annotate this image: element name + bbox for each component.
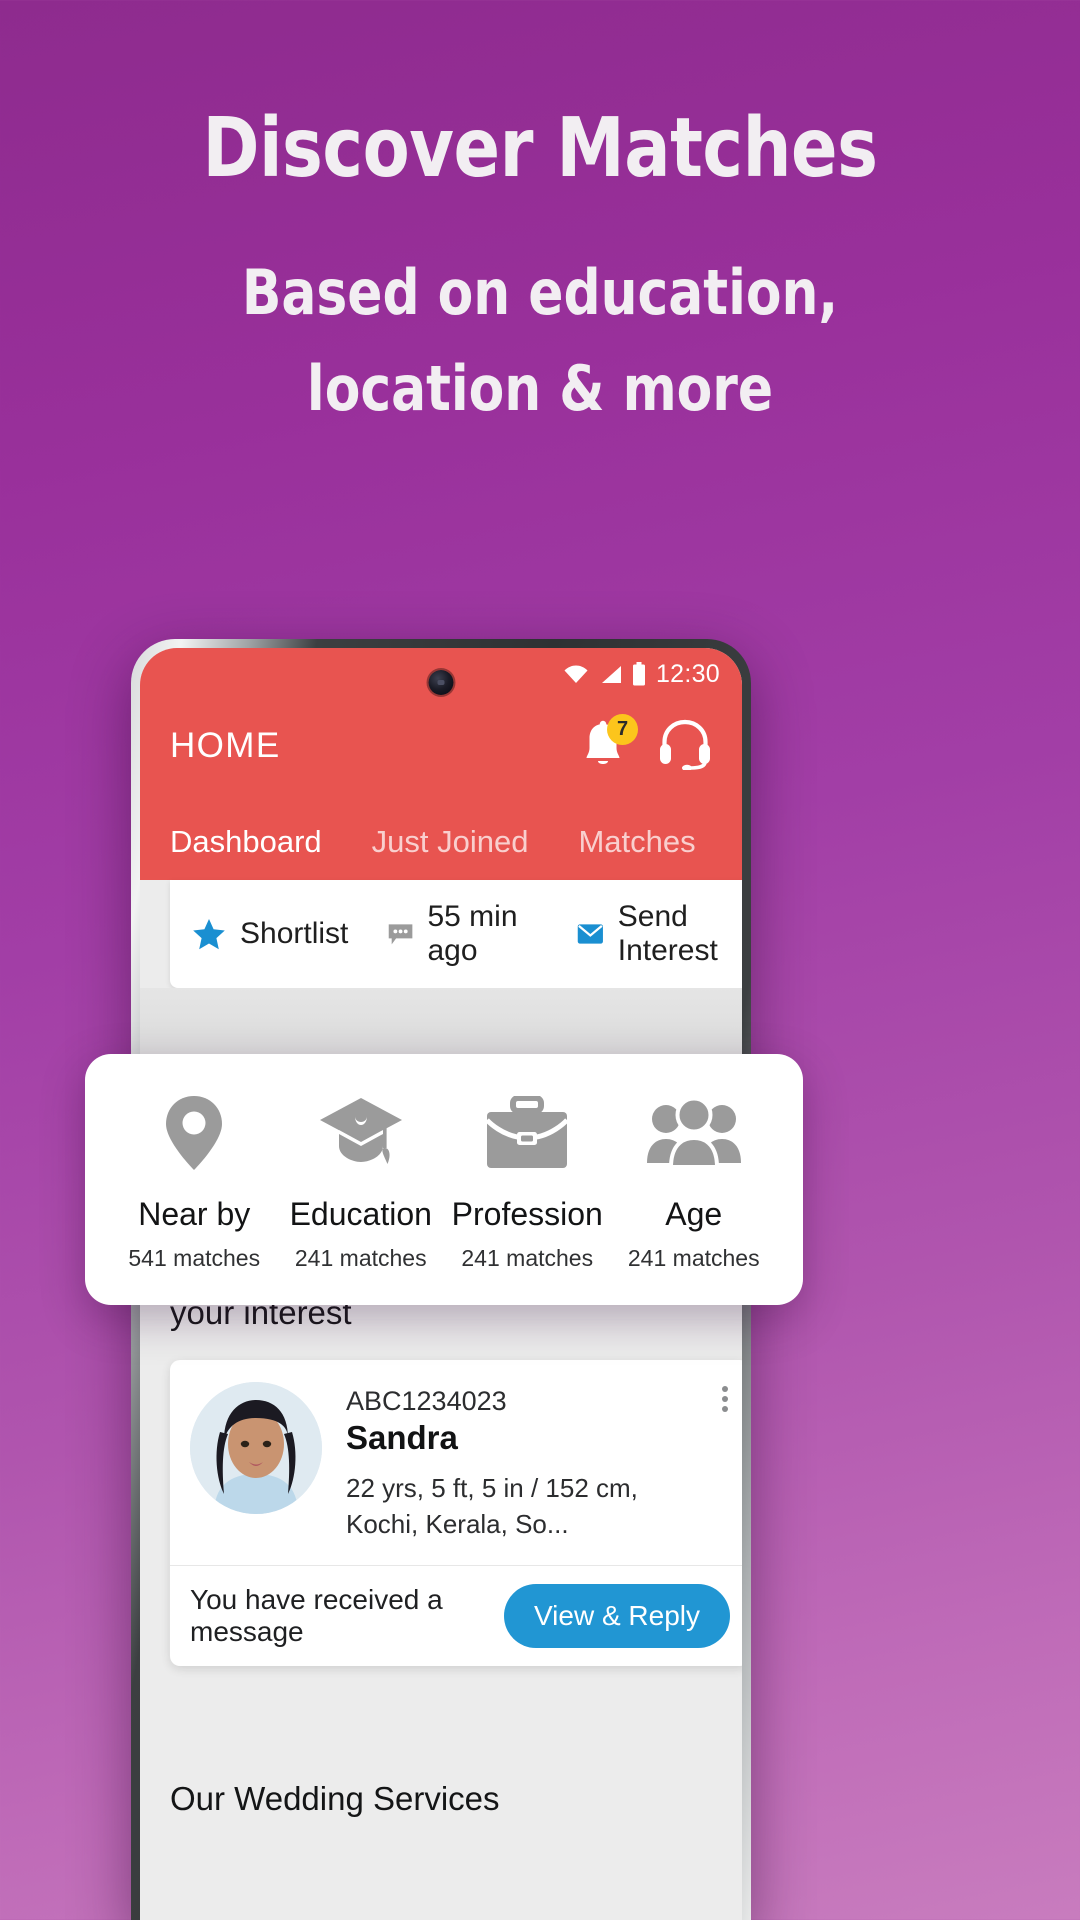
category-label: Profession [451, 1196, 603, 1232]
category-profession[interactable]: Profession 241 matches [444, 1094, 611, 1272]
promo-headline: Discover Matches [202, 101, 878, 196]
member-meta-line2: Kochi, Kerala, So... [346, 1508, 569, 1539]
member-meta-line1: 22 yrs, 5 ft, 5 in / 152 cm, [346, 1473, 638, 1503]
star-icon [193, 918, 225, 949]
kebab-menu-icon[interactable] [722, 1386, 728, 1412]
category-label: Age [665, 1196, 723, 1232]
envelope-icon [577, 924, 604, 944]
member-meta: 22 yrs, 5 ft, 5 in / 152 cm, Kochi, Kera… [346, 1471, 638, 1543]
people-group-icon [611, 1094, 778, 1172]
tab-just-joined[interactable]: Just Joined [372, 824, 551, 880]
member-card: ABC1234023 Sandra 22 yrs, 5 ft, 5 in / 1… [170, 1360, 742, 1666]
tab-matches[interactable]: Matches [578, 824, 717, 880]
notifications-button[interactable]: 7 [580, 714, 638, 772]
shortlist-label: Shortlist [240, 917, 349, 950]
app-title-bar: HOME 7 [140, 700, 742, 792]
member-message-row: You have received a message View & Reply [170, 1564, 742, 1666]
category-count: 241 matches [627, 1245, 760, 1271]
send-interest-label: Send Interest [617, 900, 718, 967]
promo-text-block: Discover Matches Based on education, loc… [0, 0, 1080, 437]
message-status-text: You have received a message [190, 1583, 443, 1647]
notification-count-badge: 7 [607, 714, 638, 745]
location-pin-icon [111, 1094, 278, 1172]
app-content: Shortlist 55 min ago Send Interest your … [140, 880, 742, 1920]
promo-subline: Based on education, location & more [38, 245, 1042, 437]
member-id: ABC1234023 [346, 1386, 507, 1416]
promo-subline-line1: Based on education, [241, 256, 839, 329]
category-count: 541 matches [128, 1245, 261, 1271]
view-and-reply-button[interactable]: View & Reply [503, 1583, 730, 1648]
section-divider [140, 1742, 742, 1752]
category-label: Education [289, 1196, 432, 1232]
avatar[interactable] [190, 1382, 322, 1514]
tab-bar: Dashboard Just Joined Matches Premium [140, 792, 742, 880]
page-title: HOME [170, 726, 281, 765]
battery-icon [632, 662, 645, 686]
signal-icon [601, 665, 621, 683]
last-seen-action[interactable]: 55 min ago [388, 900, 537, 968]
category-near-by[interactable]: Near by 541 matches [111, 1094, 278, 1272]
category-label: Near by [138, 1196, 251, 1232]
member-summary: ABC1234023 Sandra 22 yrs, 5 ft, 5 in / 1… [170, 1382, 742, 1565]
category-count: 241 matches [294, 1245, 427, 1271]
headset-icon [660, 719, 710, 771]
match-categories-card: Near by 541 matches Education 241 matche… [85, 1054, 803, 1305]
briefcase-icon [444, 1094, 611, 1172]
header-actions: 7 [580, 714, 712, 775]
wifi-icon [564, 665, 588, 683]
category-count: 241 matches [461, 1245, 594, 1271]
support-button[interactable] [658, 718, 712, 775]
member-name: Sandra [346, 1419, 458, 1456]
tab-dashboard[interactable]: Dashboard [170, 824, 344, 880]
profile-actions-card: Shortlist 55 min ago Send Interest [170, 880, 742, 988]
services-section-title: Our Wedding Services [170, 1780, 500, 1817]
member-details: ABC1234023 Sandra 22 yrs, 5 ft, 5 in / 1… [346, 1382, 638, 1543]
category-age[interactable]: Age 241 matches [611, 1094, 778, 1272]
status-bar-time: 12:30 [655, 659, 720, 688]
front-camera-icon [428, 670, 454, 695]
send-interest-action[interactable]: Send Interest [577, 900, 742, 968]
promo-subline-line2: location & more [306, 352, 774, 426]
graduation-cap-icon [278, 1094, 445, 1172]
chat-bubble-icon [389, 924, 413, 945]
shortlist-action[interactable]: Shortlist [192, 917, 348, 951]
last-seen-label: 55 min ago [427, 900, 518, 967]
category-education[interactable]: Education 241 matches [278, 1094, 445, 1272]
avatar-photo [190, 1382, 322, 1514]
